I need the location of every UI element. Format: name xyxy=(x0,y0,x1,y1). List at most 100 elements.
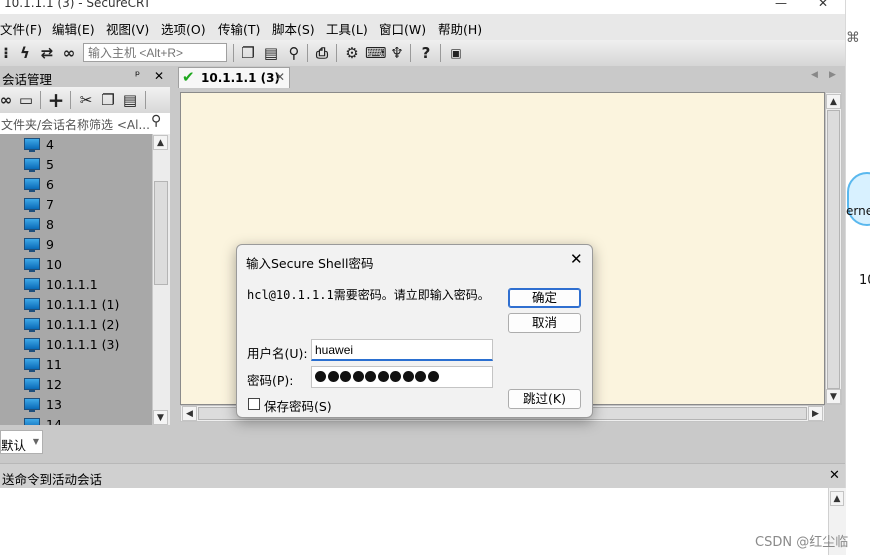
reconnect-icon[interactable]: ⇄ xyxy=(37,43,57,63)
scroll-up-arrow-icon[interactable]: ▲ xyxy=(830,491,844,506)
toolbar-separator xyxy=(145,91,146,109)
paste-icon[interactable]: ▤ xyxy=(261,43,281,63)
command-window-close-button[interactable]: ✕ xyxy=(829,468,840,483)
password-label: 密码(P): xyxy=(247,373,294,388)
session-manager-header: 会话管理 ᵖ ✕ xyxy=(0,66,170,87)
monitor-icon xyxy=(24,338,40,352)
minimize-button[interactable]: — xyxy=(775,0,787,10)
host-input[interactable] xyxy=(83,43,227,62)
button-bar-select[interactable]: 默认 ▼ xyxy=(0,430,43,454)
monitor-icon xyxy=(24,258,40,272)
toolbar-separator xyxy=(440,44,441,62)
password-dot xyxy=(327,371,339,382)
menu-tools[interactable]: 工具(L) xyxy=(326,19,368,38)
add-session-icon[interactable]: + xyxy=(46,90,66,110)
command-window-title: 送命令到活动会话 xyxy=(2,472,103,487)
search-icon[interactable]: ⚲ xyxy=(151,113,161,129)
username-label: 用户名(U): xyxy=(247,346,308,361)
chevron-down-icon[interactable]: ▼ xyxy=(30,435,42,449)
password-dot xyxy=(315,371,326,382)
menu-view[interactable]: 视图(V) xyxy=(106,19,149,38)
keymap-icon[interactable]: ⌨ xyxy=(365,43,387,63)
password-field[interactable] xyxy=(311,366,493,388)
scroll-thumb[interactable] xyxy=(154,181,168,285)
monitor-icon xyxy=(24,158,40,172)
scroll-right-arrow-icon[interactable]: ▶ xyxy=(808,406,823,421)
password-dot xyxy=(415,371,426,382)
terminal-vertical-scrollbar[interactable]: ▲ ▼ xyxy=(825,92,842,405)
session-manager-close-button[interactable]: ✕ xyxy=(154,69,164,83)
session-filter[interactable]: 文件夹/会话名称筛选 <Al... ⚲ xyxy=(0,113,170,135)
copy-icon[interactable]: ❐ xyxy=(238,43,258,63)
menu-file[interactable]: 文件(F) xyxy=(0,19,42,38)
tab-strip: ✔ 10.1.1.1 (3) ✕ ◀ ▶ xyxy=(170,66,845,88)
dialog-close-button[interactable]: ✕ xyxy=(570,250,583,268)
menu-options[interactable]: 选项(O) xyxy=(161,19,206,38)
pin-icon[interactable]: ᵖ xyxy=(135,68,140,82)
toolbar: ⁝ ϟ ⇄ ∞ ❐ ▤ ⚲ ⎙ ⚙ ⌨ ♆ ? ▣ xyxy=(0,40,845,67)
scroll-down-arrow-icon[interactable]: ▼ xyxy=(826,389,841,404)
menu-bar: 文件(F) 编辑(E) 视图(V) 选项(O) 传输(T) 脚本(S) 工具(L… xyxy=(0,14,845,41)
find-icon[interactable]: ⚲ xyxy=(284,43,304,63)
password-dot xyxy=(377,371,389,382)
password-dot xyxy=(340,371,351,382)
link-icon[interactable]: ∞ xyxy=(0,90,16,110)
connected-check-icon: ✔ xyxy=(182,68,195,86)
save-password-checkbox[interactable] xyxy=(248,398,260,410)
menu-script[interactable]: 脚本(S) xyxy=(272,19,315,38)
username-field[interactable] xyxy=(311,339,493,361)
scroll-thumb[interactable] xyxy=(827,110,840,389)
skip-button[interactable]: 跳过(K) xyxy=(508,389,581,409)
tab-label: 10.1.1.1 (3) xyxy=(201,71,280,85)
password-dot xyxy=(427,371,439,382)
properties-icon[interactable]: ▭ xyxy=(16,90,36,110)
monitor-icon xyxy=(24,178,40,192)
tab-scroll-left-icon[interactable]: ◀ xyxy=(811,70,818,80)
key-icon[interactable]: ♆ xyxy=(387,43,407,63)
session-tree: 4 5 6 7 8 9 10 10.1.1.1 10.1.1.1 (1) 10.… xyxy=(0,134,152,426)
monitor-icon xyxy=(24,378,40,392)
settings-gear-icon[interactable]: ⚙ xyxy=(342,43,362,63)
window-title: 10.1.1.1 (3) - SecureCRT xyxy=(4,0,151,10)
cut-icon[interactable]: ✂ xyxy=(76,90,96,110)
tab-close-button[interactable]: ✕ xyxy=(275,70,285,84)
monitor-icon xyxy=(24,238,40,252)
menu-window[interactable]: 窗口(W) xyxy=(379,19,426,38)
help-icon[interactable]: ? xyxy=(416,43,436,63)
link-icon[interactable]: ∞ xyxy=(59,43,79,63)
save-password-label: 保存密码(S) xyxy=(264,399,332,414)
session-manager-title: 会话管理 xyxy=(2,72,53,87)
button-bar-value: 默认 xyxy=(1,438,27,453)
scroll-left-arrow-icon[interactable]: ◀ xyxy=(182,406,197,421)
command-window-header: 送命令到活动会话 ✕ xyxy=(0,463,845,489)
toolbar-separator xyxy=(70,91,71,109)
scroll-up-arrow-icon[interactable]: ▲ xyxy=(153,135,168,150)
scroll-up-arrow-icon[interactable]: ▲ xyxy=(826,94,841,109)
command-input-area[interactable] xyxy=(0,488,845,555)
scroll-down-arrow-icon[interactable]: ▼ xyxy=(153,410,168,425)
password-dialog: 输入Secure Shell密码 ✕ hcl@10.1.1.1需要密码。请立即输… xyxy=(236,244,593,418)
close-window-button[interactable]: ✕ xyxy=(818,0,828,10)
password-dot xyxy=(390,371,401,382)
sftp-icon[interactable]: ▣ xyxy=(446,43,466,63)
menu-help[interactable]: 帮助(H) xyxy=(438,19,482,38)
toolbar-separator xyxy=(233,44,234,62)
menu-transfer[interactable]: 传输(T) xyxy=(218,19,260,38)
monitor-icon xyxy=(24,298,40,312)
quick-connect-icon[interactable]: ϟ xyxy=(15,43,35,63)
print-icon[interactable]: ⎙ xyxy=(312,43,332,63)
ok-button[interactable]: 确定 xyxy=(508,288,581,308)
tab-scroll-right-icon[interactable]: ▶ xyxy=(829,70,836,80)
monitor-icon xyxy=(24,198,40,212)
session-manager-toolbar: ∞ ▭ + ✂ ❐ ▤ xyxy=(0,87,170,114)
session-tree-scrollbar[interactable]: ▲ ▼ xyxy=(152,134,170,426)
menu-edit[interactable]: 编辑(E) xyxy=(52,19,95,38)
paste-icon[interactable]: ▤ xyxy=(120,90,140,110)
cancel-button[interactable]: 取消 xyxy=(508,313,581,333)
copy-icon[interactable]: ❐ xyxy=(98,90,118,110)
monitor-icon xyxy=(24,218,40,232)
tab-session[interactable]: ✔ 10.1.1.1 (3) ✕ xyxy=(178,67,290,88)
connect-icon[interactable]: ⁝ xyxy=(0,43,16,63)
dialog-title: 输入Secure Shell密码 xyxy=(246,256,374,271)
watermark: CSDN @红尘临 xyxy=(755,535,849,550)
